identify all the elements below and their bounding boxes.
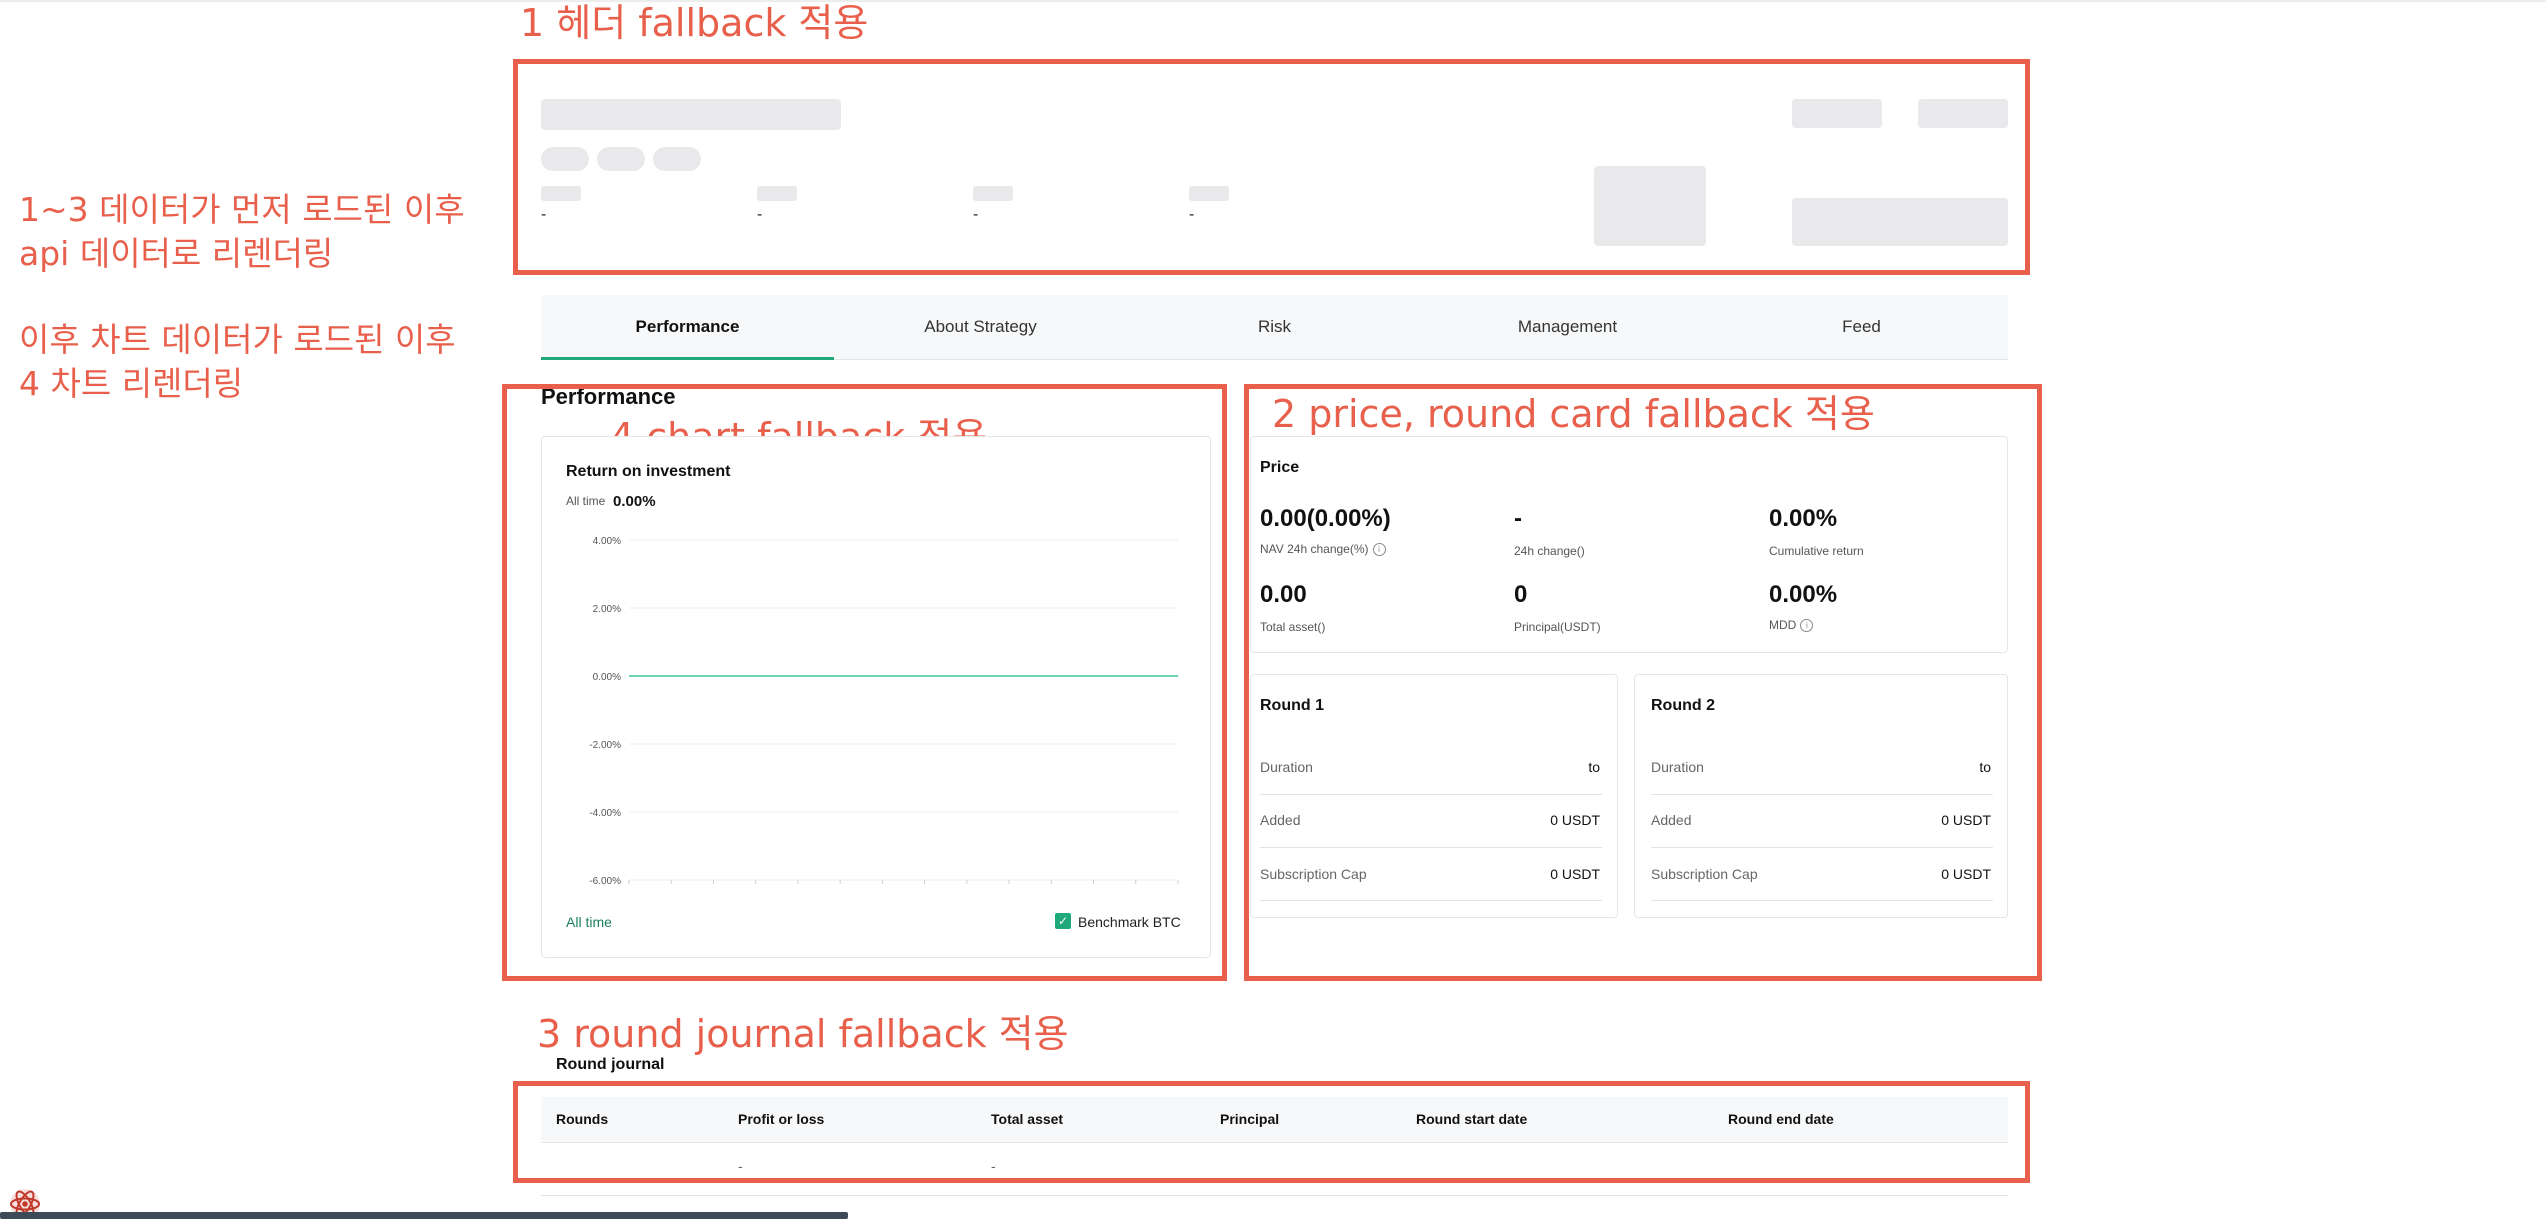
- tab-label: Management: [1517, 317, 1618, 336]
- tab-about-strategy[interactable]: About Strategy: [834, 295, 1127, 359]
- tab-label: About Strategy: [924, 317, 1037, 336]
- tab-label: Performance: [635, 317, 740, 336]
- table-row-divider: [541, 1195, 2008, 1196]
- tab-management[interactable]: Management: [1421, 295, 1714, 359]
- price-round-annotation-box: [1244, 384, 2042, 981]
- active-tab-indicator: [541, 357, 834, 360]
- tab-bar: Performance About Strategy Risk Manageme…: [541, 295, 2008, 360]
- tab-risk[interactable]: Risk: [1128, 295, 1421, 359]
- tab-performance[interactable]: Performance: [541, 295, 834, 360]
- annotation-side-4: 4 차트 리렌더링: [19, 364, 244, 403]
- annotation-side-2: api 데이터로 리렌더링: [19, 234, 334, 273]
- annotation-header: 1 헤더 fallback 적용: [520, 1, 869, 45]
- top-divider: [0, 0, 2546, 2]
- header-annotation-box: [513, 59, 2030, 275]
- tab-feed[interactable]: Feed: [1715, 295, 2008, 359]
- tab-label: Feed: [1842, 317, 1881, 336]
- annotation-side-1: 1~3 데이터가 먼저 로드된 이후: [19, 190, 465, 229]
- tab-label: Risk: [1257, 317, 1292, 336]
- chart-annotation-box: [502, 384, 1227, 981]
- annotation-side-3: 이후 차트 데이터가 로드된 이후: [19, 320, 456, 359]
- bottom-dock-bar: [0, 1212, 848, 1219]
- round-journal-title: Round journal: [556, 1056, 665, 1073]
- annotation-journal: 3 round journal fallback 적용: [537, 1012, 1069, 1056]
- journal-annotation-box: [513, 1081, 2030, 1183]
